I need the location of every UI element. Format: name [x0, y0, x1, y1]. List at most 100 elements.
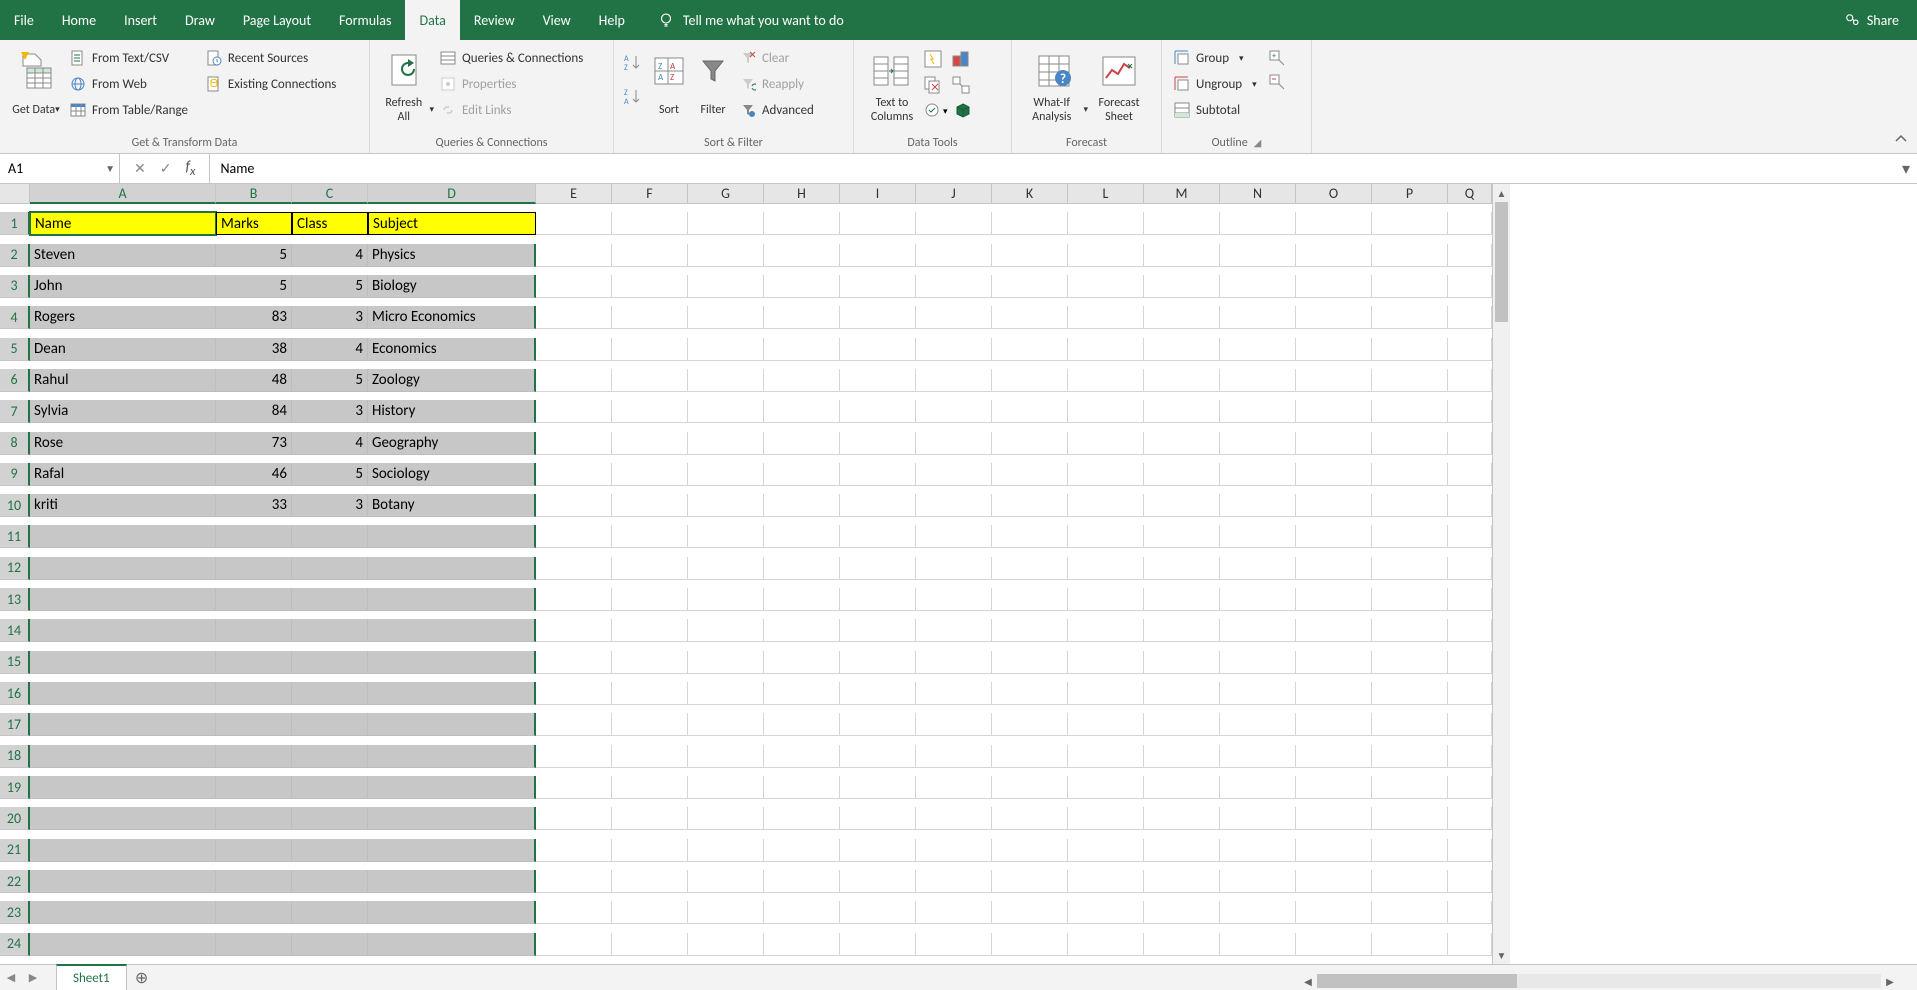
cell[interactable] [916, 557, 992, 580]
cell[interactable] [612, 933, 688, 956]
data-validation-button[interactable]: ▾ [924, 102, 948, 120]
filter-button[interactable]: Filter [692, 44, 734, 130]
column-header[interactable]: L [1068, 184, 1144, 204]
cell[interactable]: Class [292, 212, 368, 235]
cell[interactable] [216, 776, 292, 799]
cell[interactable] [916, 839, 992, 862]
cell[interactable] [368, 776, 536, 799]
cell[interactable] [992, 901, 1068, 924]
add-sheet-button[interactable]: ⊕ [127, 965, 157, 990]
cell[interactable] [612, 369, 688, 392]
cell[interactable] [30, 839, 216, 862]
cell[interactable] [292, 619, 368, 642]
cell[interactable] [30, 557, 216, 580]
cell[interactable] [916, 306, 992, 329]
cell[interactable]: kriti [30, 494, 216, 517]
cell[interactable] [1296, 870, 1372, 893]
row-header[interactable]: 20 [0, 807, 30, 830]
cell[interactable] [1068, 557, 1144, 580]
cell[interactable] [688, 839, 764, 862]
cell[interactable] [688, 275, 764, 298]
cell[interactable]: 73 [216, 432, 292, 455]
row-header[interactable]: 14 [0, 619, 30, 642]
expand-formula-bar-button[interactable]: ▾ [1895, 154, 1917, 183]
cell[interactable] [916, 244, 992, 267]
advanced-button[interactable]: Advanced [736, 100, 818, 120]
cell[interactable] [992, 244, 1068, 267]
column-header[interactable]: C [292, 184, 368, 204]
tab-view[interactable]: View [529, 0, 585, 40]
cell[interactable] [536, 870, 612, 893]
cell[interactable] [1372, 306, 1448, 329]
group-button[interactable]: Group ▾ [1170, 48, 1261, 68]
cell[interactable] [916, 525, 992, 548]
cell[interactable] [1448, 933, 1492, 956]
cell[interactable] [1296, 901, 1372, 924]
cell[interactable] [536, 275, 612, 298]
cell[interactable] [916, 651, 992, 674]
tab-review[interactable]: Review [460, 0, 529, 40]
sheet-tab[interactable]: Sheet1 [56, 964, 127, 990]
cell[interactable] [216, 525, 292, 548]
cell[interactable]: 4 [292, 432, 368, 455]
next-sheet-button[interactable]: ▶ [22, 965, 44, 990]
cell[interactable] [1144, 651, 1220, 674]
cell[interactable] [840, 807, 916, 830]
row-header[interactable]: 8 [0, 432, 30, 455]
cell[interactable] [1372, 651, 1448, 674]
cell[interactable] [1220, 432, 1296, 455]
cell[interactable] [992, 713, 1068, 736]
cell[interactable] [688, 432, 764, 455]
cell[interactable] [916, 619, 992, 642]
cell[interactable] [688, 588, 764, 611]
cell[interactable] [1372, 839, 1448, 862]
cell[interactable] [992, 212, 1068, 235]
cell[interactable] [1144, 588, 1220, 611]
cell[interactable] [1220, 745, 1296, 768]
cell[interactable] [1372, 494, 1448, 517]
cell[interactable] [1296, 776, 1372, 799]
cell[interactable] [1220, 901, 1296, 924]
cell[interactable]: Steven [30, 244, 216, 267]
cell[interactable] [840, 682, 916, 705]
cell[interactable] [1144, 807, 1220, 830]
cell[interactable] [764, 432, 840, 455]
cell[interactable] [1296, 432, 1372, 455]
cell[interactable] [1068, 651, 1144, 674]
cell[interactable] [1068, 745, 1144, 768]
cell[interactable] [1144, 400, 1220, 423]
cell[interactable] [916, 212, 992, 235]
cell[interactable] [1068, 494, 1144, 517]
cell[interactable] [612, 557, 688, 580]
cell[interactable] [612, 588, 688, 611]
cell[interactable] [216, 933, 292, 956]
cell[interactable] [30, 776, 216, 799]
cell[interactable] [764, 525, 840, 548]
cell[interactable] [688, 463, 764, 486]
cell[interactable] [292, 776, 368, 799]
cell[interactable] [992, 682, 1068, 705]
cell[interactable] [1448, 463, 1492, 486]
row-header[interactable]: 2 [0, 244, 30, 267]
cell[interactable] [840, 870, 916, 893]
cell[interactable] [688, 338, 764, 361]
cell[interactable] [1296, 244, 1372, 267]
row-header[interactable]: 13 [0, 588, 30, 611]
scroll-thumb[interactable] [1495, 202, 1508, 322]
tab-help[interactable]: Help [585, 0, 639, 40]
cell[interactable] [1372, 432, 1448, 455]
cell[interactable] [764, 244, 840, 267]
row-header[interactable]: 1 [0, 212, 30, 235]
cell[interactable] [840, 745, 916, 768]
cell[interactable] [1296, 588, 1372, 611]
text-to-columns-button[interactable]: Text to Columns [862, 44, 922, 130]
cell[interactable] [992, 807, 1068, 830]
cell[interactable] [1220, 212, 1296, 235]
cell[interactable] [688, 682, 764, 705]
cell[interactable] [840, 619, 916, 642]
cell[interactable] [536, 933, 612, 956]
cell[interactable] [368, 713, 536, 736]
tab-draw[interactable]: Draw [171, 0, 229, 40]
cell[interactable] [1220, 275, 1296, 298]
cell[interactable] [840, 432, 916, 455]
